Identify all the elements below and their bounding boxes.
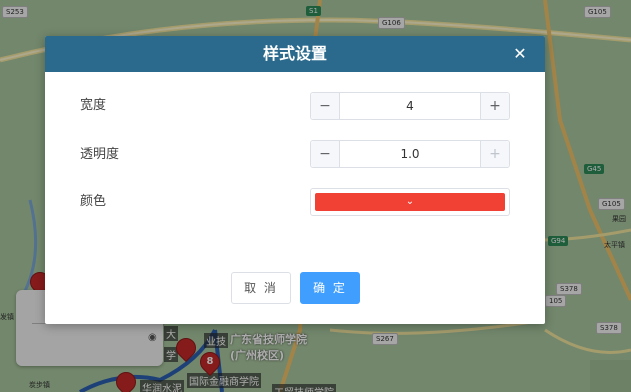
opacity-stepper[interactable]: − 1.0 +: [310, 140, 510, 168]
width-stepper[interactable]: − 4 +: [310, 92, 510, 120]
opacity-input[interactable]: 1.0: [340, 141, 480, 167]
width-decrease-button[interactable]: −: [311, 93, 340, 119]
opacity-decrease-button[interactable]: −: [311, 141, 340, 167]
style-settings-dialog: 样式设置 ✕ 宽度 − 4 + 透明度 − 1.0 + 颜色 ⌄ 取 消 确 定: [45, 36, 545, 324]
dialog-title: 样式设置: [262, 44, 327, 63]
dialog-header: 样式设置 ✕: [45, 36, 545, 72]
width-increase-button[interactable]: +: [480, 93, 509, 119]
opacity-label: 透明度: [80, 147, 120, 162]
confirm-button[interactable]: 确 定: [300, 272, 360, 304]
width-label: 宽度: [80, 98, 107, 113]
width-input[interactable]: 4: [340, 93, 480, 119]
chevron-down-icon[interactable]: ⌄: [311, 193, 509, 211]
opacity-increase-button[interactable]: +: [480, 141, 509, 167]
color-label: 颜色: [80, 194, 107, 209]
color-picker[interactable]: ⌄: [310, 188, 510, 216]
close-icon[interactable]: ✕: [511, 45, 529, 63]
cancel-button[interactable]: 取 消: [231, 272, 291, 304]
